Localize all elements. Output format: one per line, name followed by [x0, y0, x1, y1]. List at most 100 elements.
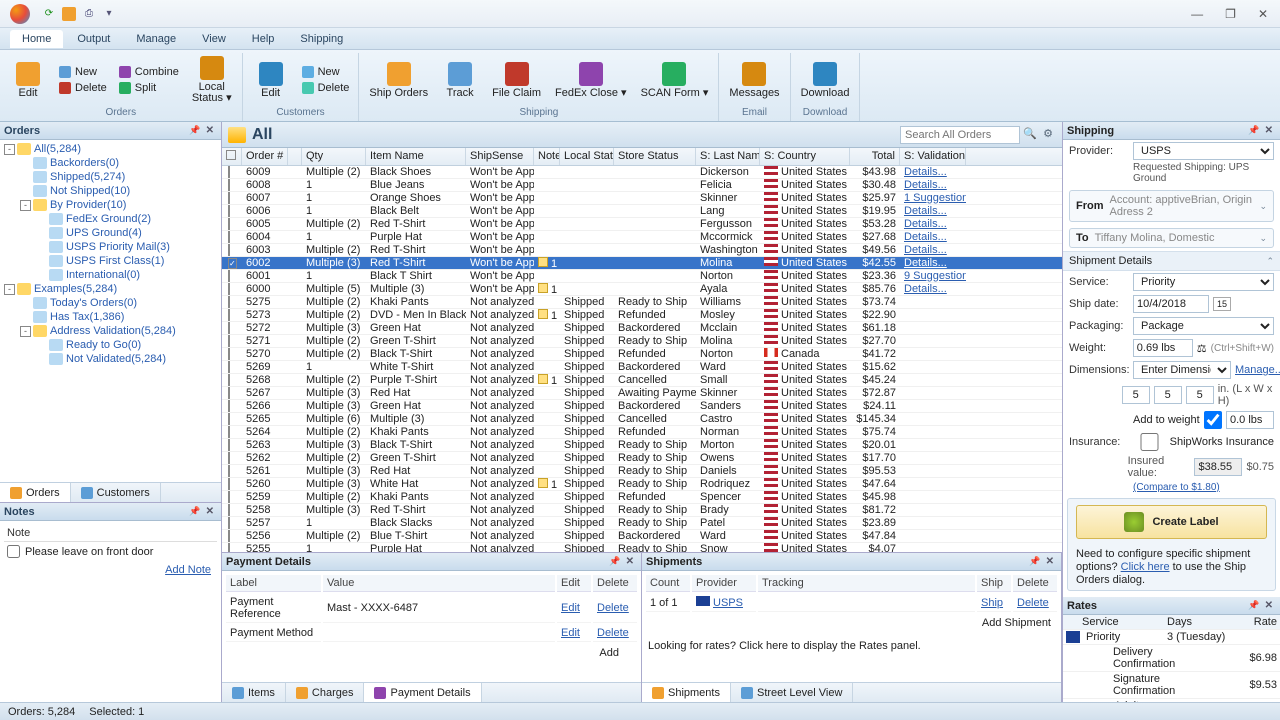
- orders-tree[interactable]: -All (5,284)Backorders (0)Shipped (5,274…: [0, 140, 221, 482]
- edit-link[interactable]: Edit: [561, 602, 580, 614]
- col-header[interactable]: S: Validation Suggestion: [900, 148, 966, 165]
- minimize-button[interactable]: —: [1191, 7, 1203, 21]
- col-header[interactable]: [288, 148, 302, 165]
- ribbon-scan-form-[interactable]: SCAN Form ▾: [637, 60, 713, 101]
- col-header[interactable]: Qty: [302, 148, 366, 165]
- ribbon-delete[interactable]: Delete: [56, 81, 110, 95]
- provider-select[interactable]: USPS: [1133, 142, 1274, 160]
- order-row[interactable]: 5275Multiple (2)Khaki PantsNot analyzedS…: [222, 296, 1062, 309]
- ribbon-edit[interactable]: Edit: [249, 60, 293, 101]
- rate-row[interactable]: Delivery Confirmation$6.98: [1063, 645, 1280, 672]
- tree-node[interactable]: Today's Orders (0): [0, 296, 221, 310]
- tab-shipments[interactable]: Shipments: [642, 683, 731, 702]
- order-row[interactable]: 5265Multiple (6)Multiple (3)Not analyzed…: [222, 413, 1062, 426]
- validation-link[interactable]: Details...: [904, 166, 947, 178]
- order-row[interactable]: 5261Multiple (3)Red HatNot analyzedShipp…: [222, 465, 1062, 478]
- tree-expander[interactable]: -: [4, 284, 15, 295]
- compare-link[interactable]: (Compare to $1.80): [1133, 482, 1220, 493]
- tree-node[interactable]: -Examples (5,284): [0, 282, 221, 296]
- order-row[interactable]: 60011Black T ShirtWon't be AppliedNorton…: [222, 270, 1062, 283]
- config-link[interactable]: Click here: [1121, 561, 1170, 573]
- close-icon[interactable]: ✕: [203, 506, 217, 517]
- order-row[interactable]: 5266Multiple (3)Green HatNot analyzedShi…: [222, 400, 1062, 413]
- ribbon-file-claim[interactable]: File Claim: [488, 60, 545, 101]
- order-row[interactable]: 5263Multiple (3)Black T-ShirtNot analyze…: [222, 439, 1062, 452]
- maximize-button[interactable]: ❐: [1225, 7, 1236, 21]
- shipment-details-header[interactable]: Shipment Details⌃: [1063, 251, 1280, 271]
- menu-help[interactable]: Help: [240, 30, 287, 48]
- ribbon-new[interactable]: New: [299, 65, 353, 79]
- note-checkbox[interactable]: [7, 545, 20, 558]
- col-header[interactable]: Order #: [242, 148, 288, 165]
- shipdate-input[interactable]: [1133, 295, 1209, 313]
- ribbon-fedex-close-[interactable]: FedEx Close ▾: [551, 60, 631, 101]
- close-icon[interactable]: ✕: [1262, 125, 1276, 136]
- add-weight-checkbox[interactable]: [1204, 411, 1222, 429]
- ribbon-download[interactable]: Download: [797, 60, 854, 101]
- menu-shipping[interactable]: Shipping: [288, 30, 355, 48]
- pin-icon[interactable]: 📌: [1027, 556, 1042, 567]
- ribbon-new[interactable]: New: [56, 65, 110, 79]
- close-icon[interactable]: ✕: [623, 556, 637, 567]
- payment-add-link[interactable]: Add: [599, 647, 619, 659]
- tab-charges[interactable]: Charges: [286, 683, 365, 702]
- close-button[interactable]: ✕: [1258, 7, 1268, 21]
- close-icon[interactable]: ✕: [1043, 556, 1057, 567]
- order-row[interactable]: 52551Purple HatNot analyzedShippedReady …: [222, 543, 1062, 552]
- rates-grid[interactable]: Priority3 (Tuesday)Delivery Confirmation…: [1063, 630, 1280, 702]
- create-label-button[interactable]: Create Label: [1076, 505, 1267, 539]
- to-address[interactable]: ToTiffany Molina, Domestic⌄: [1069, 228, 1274, 248]
- packaging-select[interactable]: Package: [1133, 317, 1274, 335]
- manage-dims-link[interactable]: Manage...: [1235, 364, 1280, 376]
- tree-expander[interactable]: -: [4, 144, 15, 155]
- order-row[interactable]: 5258Multiple (3)Red T-ShirtNot analyzedS…: [222, 504, 1062, 517]
- ribbon-local-status-[interactable]: LocalStatus ▾: [188, 54, 236, 106]
- calendar-icon[interactable]: 15: [1213, 297, 1231, 311]
- pin-icon[interactable]: 📌: [187, 125, 202, 136]
- tree-node[interactable]: Ready to Go (0): [0, 338, 221, 352]
- tab-street-level-view[interactable]: Street Level View: [731, 683, 853, 702]
- scale-icon[interactable]: ⚖: [1197, 342, 1207, 355]
- close-icon[interactable]: ✕: [203, 125, 217, 136]
- tree-node[interactable]: -Address Validation (5,284): [0, 324, 221, 338]
- order-row[interactable]: 5272Multiple (3)Green HatNot analyzedShi…: [222, 322, 1062, 335]
- rates-hint-link[interactable]: here: [766, 640, 788, 652]
- order-row[interactable]: 60081Blue JeansWon't be AppliedFeliciaUn…: [222, 179, 1062, 192]
- tree-node[interactable]: -By Provider (10): [0, 198, 221, 212]
- ribbon-edit[interactable]: Edit: [6, 60, 50, 101]
- order-row[interactable]: 5267Multiple (3)Red HatNot analyzedShipp…: [222, 387, 1062, 400]
- ship-link[interactable]: Ship: [981, 597, 1003, 609]
- order-row[interactable]: 6003Multiple (2)Red T-ShirtWon't be Appl…: [222, 244, 1062, 257]
- tree-node[interactable]: -All (5,284): [0, 142, 221, 156]
- service-select[interactable]: Priority: [1133, 273, 1274, 291]
- ribbon-delete[interactable]: Delete: [299, 81, 353, 95]
- order-row[interactable]: 60061Black BeltWon't be AppliedLangUnite…: [222, 205, 1062, 218]
- validation-link[interactable]: Details...: [904, 257, 947, 269]
- order-row[interactable]: 5271Multiple (2)Green T-ShirtNot analyze…: [222, 335, 1062, 348]
- col-header[interactable]: S: Country: [760, 148, 850, 165]
- col-header[interactable]: S: Last Name: [696, 148, 760, 165]
- order-row[interactable]: 5259Multiple (2)Khaki PantsNot analyzedS…: [222, 491, 1062, 504]
- tree-node[interactable]: USPS First Class (1): [0, 254, 221, 268]
- tab-payment-details[interactable]: Payment Details: [364, 683, 481, 702]
- validation-link[interactable]: Details...: [904, 231, 947, 243]
- delete-link[interactable]: Delete: [597, 627, 629, 639]
- col-header[interactable]: Store Status: [614, 148, 696, 165]
- tree-node[interactable]: FedEx Ground (2): [0, 212, 221, 226]
- pin-icon[interactable]: 📌: [1246, 600, 1261, 611]
- order-row[interactable]: 5262Multiple (2)Green T-ShirtNot analyze…: [222, 452, 1062, 465]
- add-weight-input[interactable]: [1226, 411, 1274, 429]
- order-row[interactable]: 6009Multiple (2)Black ShoesWon't be Appl…: [222, 166, 1062, 179]
- close-icon[interactable]: ✕: [1262, 600, 1276, 611]
- tree-node[interactable]: International (0): [0, 268, 221, 282]
- add-shipment-link[interactable]: Add Shipment: [982, 617, 1051, 629]
- from-address[interactable]: FromAccount: apptiveBrian, Origin Adress…: [1069, 190, 1274, 222]
- tree-node[interactable]: USPS Priority Mail (3): [0, 240, 221, 254]
- tree-expander[interactable]: -: [20, 200, 31, 211]
- rate-row[interactable]: Signature Confirmation$9.53: [1063, 672, 1280, 699]
- qat-print-icon[interactable]: ⎙: [82, 7, 96, 21]
- qat-refresh-icon[interactable]: ⟳: [42, 7, 56, 21]
- pin-icon[interactable]: 📌: [1246, 125, 1261, 136]
- grid-options-icon[interactable]: ⚙: [1040, 127, 1056, 143]
- tab-items[interactable]: Items: [222, 683, 286, 702]
